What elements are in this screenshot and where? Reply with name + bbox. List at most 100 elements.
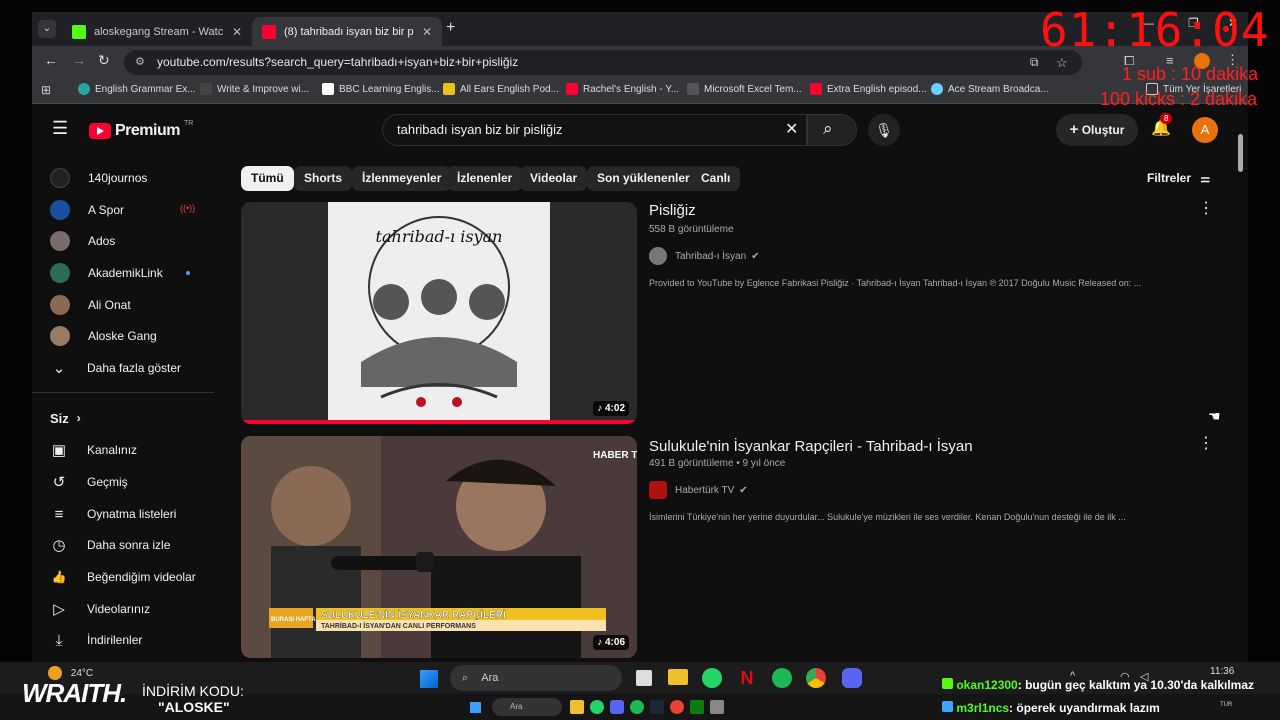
sidebar-divider bbox=[32, 392, 214, 393]
acestream-icon bbox=[931, 83, 943, 95]
hamburger-menu-icon[interactable]: ☰ bbox=[52, 118, 68, 139]
youtube-logo-icon bbox=[89, 123, 111, 139]
file-explorer-icon[interactable] bbox=[668, 669, 688, 685]
video-title[interactable]: Sulukule'nin İsyankar Rapçileri - Tahrib… bbox=[649, 438, 973, 455]
video-thumbnail[interactable]: tahribad-ı isyan ♪ 4:02 bbox=[241, 202, 637, 424]
app-icon bbox=[710, 700, 724, 714]
youtube-premium-logo[interactable]: Premium TR bbox=[89, 120, 193, 140]
channel-logo-text: HABER TÜRK bbox=[593, 448, 637, 461]
reload-icon[interactable]: ↻ bbox=[98, 52, 110, 69]
account-avatar[interactable]: A bbox=[1192, 117, 1218, 143]
video-title[interactable]: Pisliğiz bbox=[649, 202, 696, 219]
sidebar-item-playlists[interactable]: ≡ Oynatma listeleri bbox=[50, 504, 177, 524]
video-description: İsimlerini Türkiye'nin her yerine duyurd… bbox=[649, 512, 1126, 522]
show-more-button[interactable]: ⌄ Daha fazla göster bbox=[50, 358, 181, 378]
chat-badge-icon bbox=[942, 678, 953, 689]
chat-message: m3rl1ncs: öperek uyandırmak lazım bbox=[942, 701, 1160, 715]
discord-icon[interactable] bbox=[842, 668, 862, 688]
close-icon[interactable]: ✕ bbox=[422, 25, 432, 39]
sidebar-subscription[interactable]: AkademikLink bbox=[50, 263, 163, 283]
filters-button[interactable]: Filtreler ⚌ bbox=[1147, 171, 1210, 185]
sidebar-item-history[interactable]: ↺ Geçmiş bbox=[50, 472, 128, 492]
video-thumbnail[interactable]: HABER TÜRK BURASI HAFTASONU SULUKULE'NİN… bbox=[241, 436, 637, 658]
create-button[interactable]: + Oluştur bbox=[1056, 114, 1138, 146]
bookmark-item[interactable]: Microsoft Excel Tem... bbox=[687, 83, 802, 95]
video-meta: 558 B görüntüleme bbox=[649, 224, 734, 235]
mouse-cursor-icon: ☚ bbox=[1208, 408, 1221, 424]
bookmark-item[interactable]: Rachel's English - Y... bbox=[566, 83, 679, 95]
overlay-title-text: SULUKULE'NİN İSYANKAR RAPÇİLERİ bbox=[321, 608, 506, 621]
tab-kick-stream[interactable]: aloskegang Stream - Watch Liv ✕ bbox=[62, 17, 252, 46]
chip-shorts[interactable]: Shorts bbox=[294, 166, 353, 191]
language-indicator[interactable]: TUR bbox=[1220, 702, 1232, 708]
bookmark-item[interactable]: All Ears English Pod... bbox=[443, 83, 559, 95]
apps-grid-icon[interactable]: ⊞ bbox=[41, 83, 51, 97]
chrome-icon[interactable] bbox=[806, 668, 826, 688]
sidebar-item-your-channel[interactable]: ▣ Kanalınız bbox=[50, 440, 137, 460]
video-meta: 491 B görüntüleme • 9 yıl önce bbox=[649, 458, 786, 469]
site-info-icon[interactable]: ⚙ bbox=[135, 50, 145, 75]
netflix-icon[interactable]: N bbox=[738, 668, 756, 688]
taskview-icon[interactable] bbox=[636, 670, 652, 686]
bookmark-item[interactable]: English Grammar Ex... bbox=[78, 83, 196, 95]
chip-all[interactable]: Tümü bbox=[241, 166, 294, 191]
channel-link[interactable]: Tahribad-ı İsyan ✔ bbox=[649, 247, 760, 265]
taskbar-app-icons[interactable] bbox=[570, 700, 830, 714]
sidebar-item-liked-videos[interactable]: 👍 Beğendiğim videolar bbox=[50, 567, 196, 587]
spotify-icon[interactable] bbox=[772, 668, 792, 688]
back-arrow-icon[interactable]: ← bbox=[44, 52, 58, 68]
sidebar-item-your-videos[interactable]: ▷ Videolarınız bbox=[50, 599, 150, 619]
forward-arrow-icon[interactable]: → bbox=[72, 52, 86, 68]
secondary-search-input[interactable]: Ara bbox=[492, 698, 562, 716]
start-button[interactable] bbox=[470, 702, 481, 713]
clear-search-icon[interactable]: ✕ bbox=[785, 115, 798, 145]
url-text: youtube.com/results?search_query=tahriba… bbox=[157, 55, 519, 69]
sidebar-subscription[interactable]: Ali Onat bbox=[50, 295, 131, 315]
start-button[interactable] bbox=[420, 670, 438, 688]
chip-live[interactable]: Canlı bbox=[691, 166, 741, 191]
channel-link[interactable]: Habertürk TV ✔ bbox=[649, 481, 748, 499]
clock-icon: ◷ bbox=[52, 537, 66, 554]
music-note-icon: ♪ bbox=[597, 637, 603, 648]
you-section-header[interactable]: Siz › bbox=[50, 408, 81, 428]
whatsapp-icon[interactable] bbox=[702, 668, 722, 688]
bookmark-item[interactable]: Extra English episod... bbox=[810, 83, 927, 95]
sidebar-subscription[interactable]: A Spor bbox=[50, 200, 124, 220]
bookmark-label: English Grammar Ex... bbox=[95, 83, 196, 95]
write-icon bbox=[200, 83, 212, 95]
search-icon: ⌕ bbox=[823, 119, 833, 138]
chip-recently-uploaded[interactable]: Son yüklenenler bbox=[587, 166, 700, 191]
address-bar[interactable]: ⚙ youtube.com/results?search_query=tahri… bbox=[124, 50, 1082, 75]
install-app-icon[interactable]: ⧉ bbox=[1030, 50, 1039, 75]
search-query-text: tahribadı isyan biz bir pisliğiz bbox=[397, 122, 563, 137]
search-button[interactable]: ⌕ bbox=[807, 114, 857, 146]
chip-unwatched[interactable]: İzlenmeyenler bbox=[352, 166, 452, 191]
sidebar-subscription[interactable]: Ados bbox=[50, 231, 115, 251]
video-icon: ▷ bbox=[53, 601, 65, 618]
channel-avatar bbox=[50, 200, 70, 220]
app-icon bbox=[610, 700, 624, 714]
more-options-icon[interactable]: ⋮ bbox=[1198, 198, 1214, 218]
bookmark-item[interactable]: Write & Improve wi... bbox=[200, 83, 309, 95]
bookmark-label: Microsoft Excel Tem... bbox=[704, 83, 802, 95]
voice-search-button[interactable]: 🎙 bbox=[868, 114, 900, 146]
chip-watched[interactable]: İzlenenler bbox=[447, 166, 523, 191]
tab-search-dropdown[interactable]: ⌄ bbox=[38, 20, 56, 38]
more-options-icon[interactable]: ⋮ bbox=[1198, 433, 1214, 453]
taskbar-clock[interactable]: 11:36 bbox=[1210, 666, 1234, 677]
tab-youtube[interactable]: (8) tahribadı isyan biz bir pisliğ ✕ bbox=[252, 17, 442, 46]
chip-videos[interactable]: Videolar bbox=[520, 166, 588, 191]
new-tab-button[interactable]: + bbox=[446, 19, 455, 37]
app-icon bbox=[590, 700, 604, 714]
sidebar-item-watch-later[interactable]: ◷ Daha sonra izle bbox=[50, 535, 170, 555]
page-scrollbar[interactable] bbox=[1238, 134, 1243, 172]
sidebar-subscription[interactable]: Aloske Gang bbox=[50, 326, 157, 346]
youtube-icon bbox=[566, 83, 578, 95]
bookmark-item[interactable]: BBC Learning Englis... bbox=[322, 83, 440, 95]
sidebar-item-downloads[interactable]: ⤓ İndirilenler bbox=[50, 630, 143, 650]
search-input[interactable]: tahribadı isyan biz bir pisliğiz ✕ bbox=[382, 114, 807, 146]
taskbar-search-input[interactable]: ⌕ Ara bbox=[450, 665, 622, 691]
close-icon[interactable]: ✕ bbox=[232, 25, 242, 39]
bookmark-item[interactable]: Ace Stream Broadca... bbox=[931, 83, 1049, 95]
sidebar-subscription[interactable]: 140journos bbox=[50, 168, 147, 188]
